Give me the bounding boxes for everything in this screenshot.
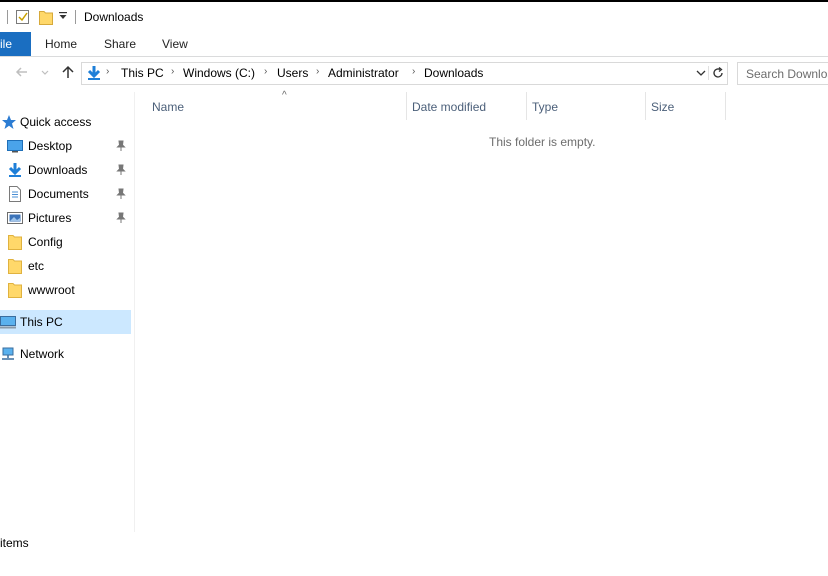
- nav-label: wwwroot: [28, 283, 75, 297]
- new-folder-icon[interactable]: [39, 9, 53, 25]
- nav-label: Pictures: [28, 211, 72, 225]
- this-pc-icon: [0, 316, 16, 329]
- network-icon: [2, 347, 14, 360]
- nav-item-config[interactable]: Config: [0, 230, 131, 254]
- column-label: Name: [152, 100, 185, 114]
- up-arrow-icon[interactable]: [60, 64, 76, 80]
- nav-item-desktop[interactable]: Desktop: [0, 134, 131, 158]
- item-count: items: [0, 536, 29, 550]
- column-header-size[interactable]: Size: [645, 92, 726, 120]
- nav-label: Downloads: [28, 163, 88, 177]
- star-icon: [2, 115, 16, 129]
- column-label: Size: [651, 100, 675, 114]
- nav-label: etc: [28, 259, 45, 273]
- breadcrumb-windows-c[interactable]: Windows (C:): [183, 66, 255, 80]
- downloads-folder-icon: [87, 66, 101, 80]
- nav-item-network[interactable]: Network: [0, 342, 131, 366]
- pin-icon[interactable]: [116, 164, 126, 176]
- nav-item-wwwroot[interactable]: wwwroot: [0, 278, 131, 302]
- address-bar[interactable]: › This PC › Windows (C:) › Users › Admin…: [81, 62, 728, 85]
- pin-icon[interactable]: [116, 212, 126, 224]
- nav-label: Config: [28, 235, 63, 249]
- breadcrumb-separator-icon[interactable]: ›: [264, 66, 267, 77]
- nav-label: Documents: [28, 187, 89, 201]
- nav-item-this-pc[interactable]: This PC: [0, 310, 131, 334]
- title-separator: [75, 10, 76, 24]
- file-list: Name ^ Date modified Type Size This fold…: [134, 90, 828, 532]
- status-bar: items: [0, 534, 828, 554]
- column-header-name[interactable]: Name ^: [146, 90, 407, 120]
- back-arrow-icon[interactable]: [14, 64, 30, 80]
- column-header-date-modified[interactable]: Date modified: [406, 92, 527, 120]
- title-separator: [7, 10, 8, 24]
- ribbon-tabs: ile Home Share View: [0, 32, 828, 57]
- breadcrumb-separator-icon[interactable]: ›: [316, 66, 319, 77]
- window-title: Downloads: [84, 10, 144, 24]
- recent-locations-chevron-icon[interactable]: [40, 64, 50, 80]
- search-box[interactable]: Search Downloads: [737, 62, 828, 85]
- pictures-icon: [7, 212, 23, 224]
- sort-ascending-icon: ^: [282, 90, 287, 101]
- search-input[interactable]: Search Downloads: [746, 67, 828, 81]
- pin-icon[interactable]: [116, 188, 126, 200]
- customize-quick-access-icon[interactable]: [58, 11, 68, 21]
- downloads-icon: [8, 163, 22, 177]
- nav-item-pictures[interactable]: Pictures: [0, 206, 131, 230]
- nav-item-etc[interactable]: etc: [0, 254, 131, 278]
- nav-item-quick-access[interactable]: Quick access: [0, 110, 131, 134]
- breadcrumb-separator-icon[interactable]: ›: [171, 66, 174, 77]
- folder-icon: [8, 259, 22, 274]
- column-label: Type: [532, 100, 559, 114]
- nav-label: Desktop: [28, 139, 73, 153]
- folder-icon: [8, 235, 22, 250]
- desktop-icon: [7, 140, 23, 153]
- breadcrumb-this-pc[interactable]: This PC: [121, 66, 164, 80]
- documents-icon: [9, 186, 21, 202]
- breadcrumb-downloads[interactable]: Downloads: [424, 66, 483, 80]
- navigation-row: › This PC › Windows (C:) › Users › Admin…: [0, 60, 828, 86]
- breadcrumb-separator-icon[interactable]: ›: [106, 66, 109, 77]
- breadcrumb-administrator[interactable]: Administrator: [328, 66, 399, 80]
- nav-label: Network: [20, 347, 65, 361]
- folder-icon: [8, 283, 22, 298]
- breadcrumb-separator-icon[interactable]: ›: [412, 66, 415, 77]
- refresh-icon[interactable]: [708, 66, 725, 80]
- column-label: Date modified: [412, 100, 487, 114]
- breadcrumb-users[interactable]: Users: [277, 66, 308, 80]
- column-header-type[interactable]: Type: [526, 92, 646, 120]
- tab-share[interactable]: Share: [104, 32, 136, 56]
- title-bar: Downloads: [0, 2, 828, 30]
- pin-icon[interactable]: [116, 140, 126, 152]
- tab-home[interactable]: Home: [45, 32, 77, 56]
- properties-icon[interactable]: [16, 9, 30, 24]
- tab-view[interactable]: View: [162, 32, 188, 56]
- nav-label: Quick access: [20, 115, 92, 129]
- empty-folder-message: This folder is empty.: [489, 135, 596, 149]
- nav-label: This PC: [20, 315, 63, 329]
- navigation-pane: Quick access Desktop Downloads Documents: [0, 92, 135, 532]
- nav-item-downloads[interactable]: Downloads: [0, 158, 131, 182]
- address-history-chevron-icon[interactable]: [695, 67, 707, 79]
- nav-item-documents[interactable]: Documents: [0, 182, 131, 206]
- tab-file[interactable]: ile: [0, 32, 31, 56]
